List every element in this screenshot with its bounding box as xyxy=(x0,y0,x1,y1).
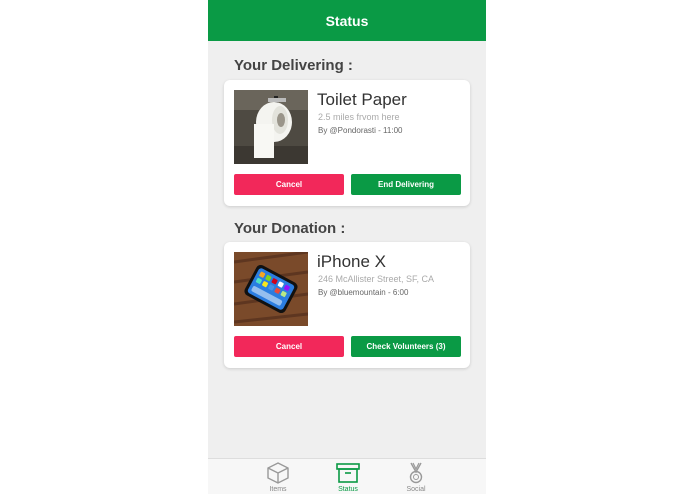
end-delivering-button[interactable]: End Delivering xyxy=(351,174,461,195)
iphone-image xyxy=(234,252,308,326)
delivering-card[interactable]: Toilet Paper 2.5 miles frvom here By @Po… xyxy=(224,80,470,206)
item-owner: By @Pondorasti - 11:00 xyxy=(318,126,403,135)
donation-section-title: Your Donation : xyxy=(234,220,346,237)
cancel-button[interactable]: Cancel xyxy=(234,336,344,357)
toilet-paper-image xyxy=(234,90,308,164)
nav-header: Status xyxy=(208,0,486,41)
box-icon xyxy=(266,462,290,484)
item-owner: By @bluemountain - 6:00 xyxy=(318,288,409,297)
tab-bar: Items Status Social xyxy=(208,458,486,494)
donation-card[interactable]: iPhone X 246 McAllister Street, SF, CA B… xyxy=(224,242,470,368)
medal-icon xyxy=(404,462,428,484)
item-address: 246 McAllister Street, SF, CA xyxy=(318,274,435,284)
phone-screen: Status Your Delivering : Toilet Paper 2.… xyxy=(208,0,486,494)
page-title: Status xyxy=(325,12,369,29)
item-distance: 2.5 miles frvom here xyxy=(318,112,400,122)
delivering-section-title: Your Delivering : xyxy=(234,57,353,74)
tab-social[interactable]: Social xyxy=(386,459,446,494)
item-title: iPhone X xyxy=(317,252,386,271)
item-title: Toilet Paper xyxy=(317,90,407,109)
check-volunteers-button[interactable]: Check Volunteers (3) xyxy=(351,336,461,357)
tab-label: Status xyxy=(338,486,358,493)
tab-items[interactable]: Items xyxy=(248,459,308,494)
tab-status[interactable]: Status xyxy=(318,459,378,494)
tab-label: Social xyxy=(406,486,426,493)
tab-label: Items xyxy=(269,486,287,493)
cancel-button[interactable]: Cancel xyxy=(234,174,344,195)
archive-icon xyxy=(336,462,360,484)
